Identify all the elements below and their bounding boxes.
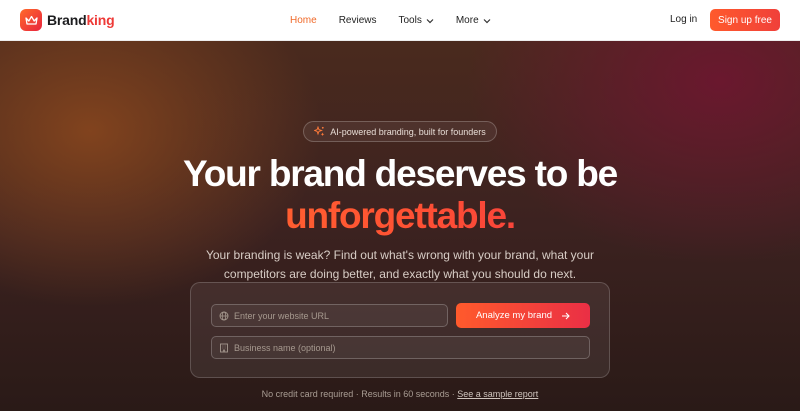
footer-note-text: No credit card required · Results in 60 … bbox=[261, 389, 458, 399]
footer-note: No credit card required · Results in 60 … bbox=[0, 389, 800, 399]
brand-logo[interactable]: Brandking bbox=[20, 9, 115, 31]
chevron-down-icon bbox=[426, 18, 434, 23]
analyze-button-label: Analyze my brand bbox=[475, 310, 553, 321]
chevron-down-icon bbox=[483, 18, 491, 23]
brand-name: Brandking bbox=[47, 12, 115, 28]
sample-report-link[interactable]: See a sample report bbox=[457, 389, 538, 399]
main-menu: Home Reviews Tools More bbox=[290, 0, 513, 41]
headline-line-2: unforgettable. bbox=[0, 195, 800, 237]
crown-icon bbox=[20, 9, 42, 31]
globe-icon bbox=[219, 311, 229, 320]
signup-button[interactable]: Sign up free bbox=[710, 9, 780, 31]
headline-line-1: Your brand deserves to be bbox=[183, 153, 618, 194]
website-url-input[interactable] bbox=[234, 310, 414, 321]
arrow-right-icon bbox=[562, 312, 570, 319]
nav-tools[interactable]: Tools bbox=[398, 15, 434, 26]
hero-section: AI-powered branding, built for founders … bbox=[0, 41, 800, 411]
sparkles-icon bbox=[314, 126, 325, 137]
nav-more[interactable]: More bbox=[456, 15, 491, 26]
analyze-button[interactable]: Analyze my brand bbox=[456, 303, 590, 328]
feature-badge: AI-powered branding, built for founders bbox=[303, 121, 497, 142]
hero-headline: Your brand deserves to be unforgettable. bbox=[0, 153, 800, 237]
badge-text: AI-powered branding, built for founders bbox=[330, 126, 486, 137]
login-link[interactable]: Log in bbox=[670, 14, 697, 25]
hero-subtext: Your branding is weak? Find out what's w… bbox=[0, 246, 800, 284]
subtext-line-1: Your branding is weak? Find out what's w… bbox=[205, 248, 595, 262]
top-navbar: Brandking Home Reviews Tools More Log in… bbox=[0, 0, 800, 41]
url-field-wrapper[interactable] bbox=[211, 304, 448, 327]
building-icon bbox=[220, 343, 228, 352]
nav-home[interactable]: Home bbox=[290, 15, 317, 26]
analyze-form: Analyze my brand bbox=[190, 282, 610, 378]
business-name-input[interactable] bbox=[234, 342, 414, 353]
business-field-wrapper[interactable] bbox=[211, 336, 590, 359]
nav-reviews[interactable]: Reviews bbox=[339, 15, 377, 26]
